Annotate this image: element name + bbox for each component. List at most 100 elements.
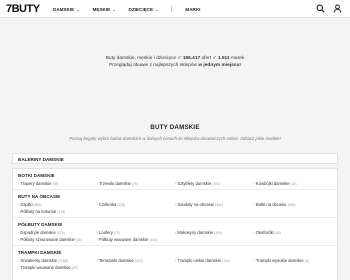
- subcategory-link[interactable]: ›Botki na obcasie(635): [254, 202, 333, 207]
- user-icon[interactable]: [333, 4, 342, 13]
- subcategory-count: (322): [134, 259, 143, 263]
- subcategory-link[interactable]: › Szpilki(853): [18, 202, 97, 207]
- chevron-right-icon: ›: [253, 258, 255, 263]
- chevron-right-icon: ›: [96, 181, 98, 186]
- brands-label: marek: [230, 56, 245, 61]
- subcategory-link[interactable]: ›Tenisówki damskie(322): [97, 258, 176, 263]
- check-icon: ✓: [177, 56, 182, 61]
- subcategory-label: Sneakersy damskie: [20, 258, 57, 263]
- subcategory-label: Szpilki: [20, 202, 33, 207]
- section-title: BUTY DAMSKIE: [150, 124, 200, 131]
- subcategory-count: (154): [222, 259, 230, 263]
- subcategory-link[interactable]: › Sneakersy damskie(7158): [18, 258, 97, 263]
- subcategory-count: (853): [33, 203, 42, 207]
- subcategory-link[interactable]: ›Trampki wysokie damskie(8): [254, 258, 333, 263]
- search-icon[interactable]: [316, 4, 325, 13]
- subcategory-link[interactable]: ›Trampki wsuwane damskie(97): [18, 265, 97, 270]
- subcategory-link[interactable]: ›Oksfordki(48): [254, 230, 333, 235]
- group-title[interactable]: TRAMPKI DAMSKIE: [18, 246, 332, 258]
- top-navigation-bar: 7BUTY DAMSKIE ⌄ MĘSKIE ⌄ DZIECIĘCE ⌄ MARKI: [0, 0, 350, 18]
- subcategory-count: (8): [304, 259, 309, 263]
- subcategory-count: (635): [287, 203, 296, 207]
- subcategory-count: (351): [214, 203, 223, 207]
- check-icon: ✓: [212, 56, 217, 61]
- subcategory-label: Trzewiki damskie: [98, 181, 131, 186]
- subcategory-link[interactable]: › Sandały na obcasie(351): [175, 202, 254, 207]
- hero-intro: Buty damskie, męskie i dziecięce ✓ 156.4…: [0, 55, 350, 69]
- subcategory-count: (318): [117, 203, 126, 207]
- subcategory-label: Półbuty wsuwane damskie: [98, 237, 149, 242]
- category-group: TRAMPKI DAMSKIE ›Sneakersy damskie(7158) ›…: [13, 246, 337, 270]
- category-group: BUTY NA OBCASIE ›Szpilki(853) ›Czółenka(31…: [13, 190, 337, 214]
- subcategory-count: (7158): [57, 259, 68, 263]
- chevron-right-icon: ›: [96, 258, 98, 263]
- subcategory-label: Botki na obcasie: [255, 202, 287, 207]
- subcategory-label: Sandały na obcasie: [177, 202, 214, 207]
- chevron-down-icon: ⌄: [76, 6, 80, 12]
- subcategory-count: (174): [57, 210, 66, 214]
- subcategory-count: (97): [71, 266, 78, 270]
- chevron-right-icon: ›: [253, 202, 255, 207]
- subcategory-link[interactable]: › Trampki niskie damskie(154): [175, 258, 254, 263]
- group-title[interactable]: BUTY NA OBCASIE: [18, 190, 332, 202]
- subcategory-link[interactable]: ›Trzewiki damskie(76): [97, 181, 176, 186]
- hero-line-2: Przeglądaj obuwie z najlepszych sklepów …: [0, 62, 350, 69]
- subcategory-link[interactable]: ›Czółenka(318): [97, 202, 176, 207]
- subcategory-count: (101): [212, 182, 221, 186]
- subcategory-grid: ›Szpilki(853) ›Czółenka(318) ›Sandały na o…: [18, 202, 332, 214]
- subcategory-link[interactable]: ›Kowbojki damskie(18): [254, 181, 333, 186]
- hero-line-2-text: Przeglądaj obuwie z najlepszych sklepów: [109, 63, 197, 68]
- subcategory-label: Trampki wsuwane damskie: [20, 265, 71, 270]
- nav-item-label: MĘSKIE: [92, 6, 111, 12]
- chevron-down-icon: ⌄: [155, 6, 159, 12]
- section-subtitle: Poznaj bogaty wybór butów damskich w dob…: [69, 136, 281, 141]
- subcategory-count: (444): [149, 238, 158, 242]
- hero-line-1: Buty damskie, męskie i dziecięce ✓ 156.4…: [0, 55, 350, 62]
- subcategory-link[interactable]: ›Półbuty na koturnie(174): [18, 209, 97, 214]
- subcategory-count: (72): [113, 231, 120, 235]
- subcategory-link[interactable]: › Sztyblety damskie(101): [175, 181, 254, 186]
- header-icons: [316, 4, 342, 13]
- subcategory-grid: ›Sneakersy damskie(7158) ›Tenisówki damsk…: [18, 258, 332, 270]
- nav-item-damskie[interactable]: DAMSKIE ⌄: [53, 7, 80, 12]
- group-title[interactable]: BOTKI DAMSKIE: [18, 169, 332, 181]
- subcategory-label: Czółenka: [98, 202, 117, 207]
- subcategory-count: (18): [290, 182, 297, 186]
- subcategory-count: (58): [52, 182, 59, 186]
- subcategory-link[interactable]: › Mokasyny damskie(180): [175, 230, 254, 235]
- subcategory-count: (48): [274, 231, 281, 235]
- site-logo[interactable]: 7BUTY: [6, 3, 40, 15]
- subcategory-label: Espadryle damskie: [20, 230, 56, 235]
- subcategory-link[interactable]: › Espadryle damskie(479): [18, 230, 97, 235]
- category-title[interactable]: BALERINY DAMSKIE: [13, 154, 337, 165]
- subcategory-link[interactable]: › Półbuty sznurowane damskie(16): [18, 237, 97, 242]
- subcategory-count: (16): [75, 238, 82, 242]
- subcategory-link[interactable]: ›Loafery(72): [97, 230, 176, 235]
- subcategory-label: Sztyblety damskie: [177, 181, 212, 186]
- offers-label: ofert: [201, 56, 212, 61]
- chevron-right-icon: ›: [253, 181, 255, 186]
- group-title[interactable]: PÓŁBUTY DAMSKIE: [18, 218, 332, 230]
- subcategory-link[interactable]: ›Półbuty wsuwane damskie(444): [97, 237, 176, 242]
- offers-count: 156.417: [182, 56, 201, 61]
- subcategory-count: (479): [56, 231, 65, 235]
- subcategory-label: Tenisówki damskie: [98, 258, 134, 263]
- category-groups-card: BOTKI DAMSKIE ›Trapery damskie(58) ›Trzewi…: [12, 168, 338, 280]
- subcategory-label: Mokasyny damskie: [177, 230, 214, 235]
- main-nav: DAMSKIE ⌄ MĘSKIE ⌄ DZIECIĘCE ⌄ MARKI: [53, 6, 213, 12]
- subcategory-link[interactable]: › Trapery damskie(58): [18, 181, 97, 186]
- subcategory-label: Trampki wysokie damskie: [255, 258, 304, 263]
- category-card-baleriny[interactable]: BALERINY DAMSKIE: [12, 153, 338, 164]
- nav-item-marki[interactable]: MARKI: [185, 7, 200, 12]
- subcategory-label: Oksfordki: [255, 230, 274, 235]
- subcategory-label: Półbuty na koturnie: [20, 209, 57, 214]
- chevron-right-icon: ›: [253, 230, 255, 235]
- subcategory-label: Półbuty sznurowane damskie: [20, 237, 75, 242]
- brands-count: 1.511: [217, 56, 230, 61]
- nav-item-dziecięce[interactable]: DZIECIĘCE ⌄: [129, 7, 159, 12]
- nav-item-label: MARKI: [185, 6, 201, 12]
- chevron-right-icon: ›: [96, 202, 98, 207]
- subcategory-grid: ›Espadryle damskie(479) ›Loafery(72) ›Moka…: [18, 230, 332, 242]
- nav-item-męskie[interactable]: MĘSKIE ⌄: [93, 7, 116, 12]
- chevron-right-icon: ›: [96, 230, 98, 235]
